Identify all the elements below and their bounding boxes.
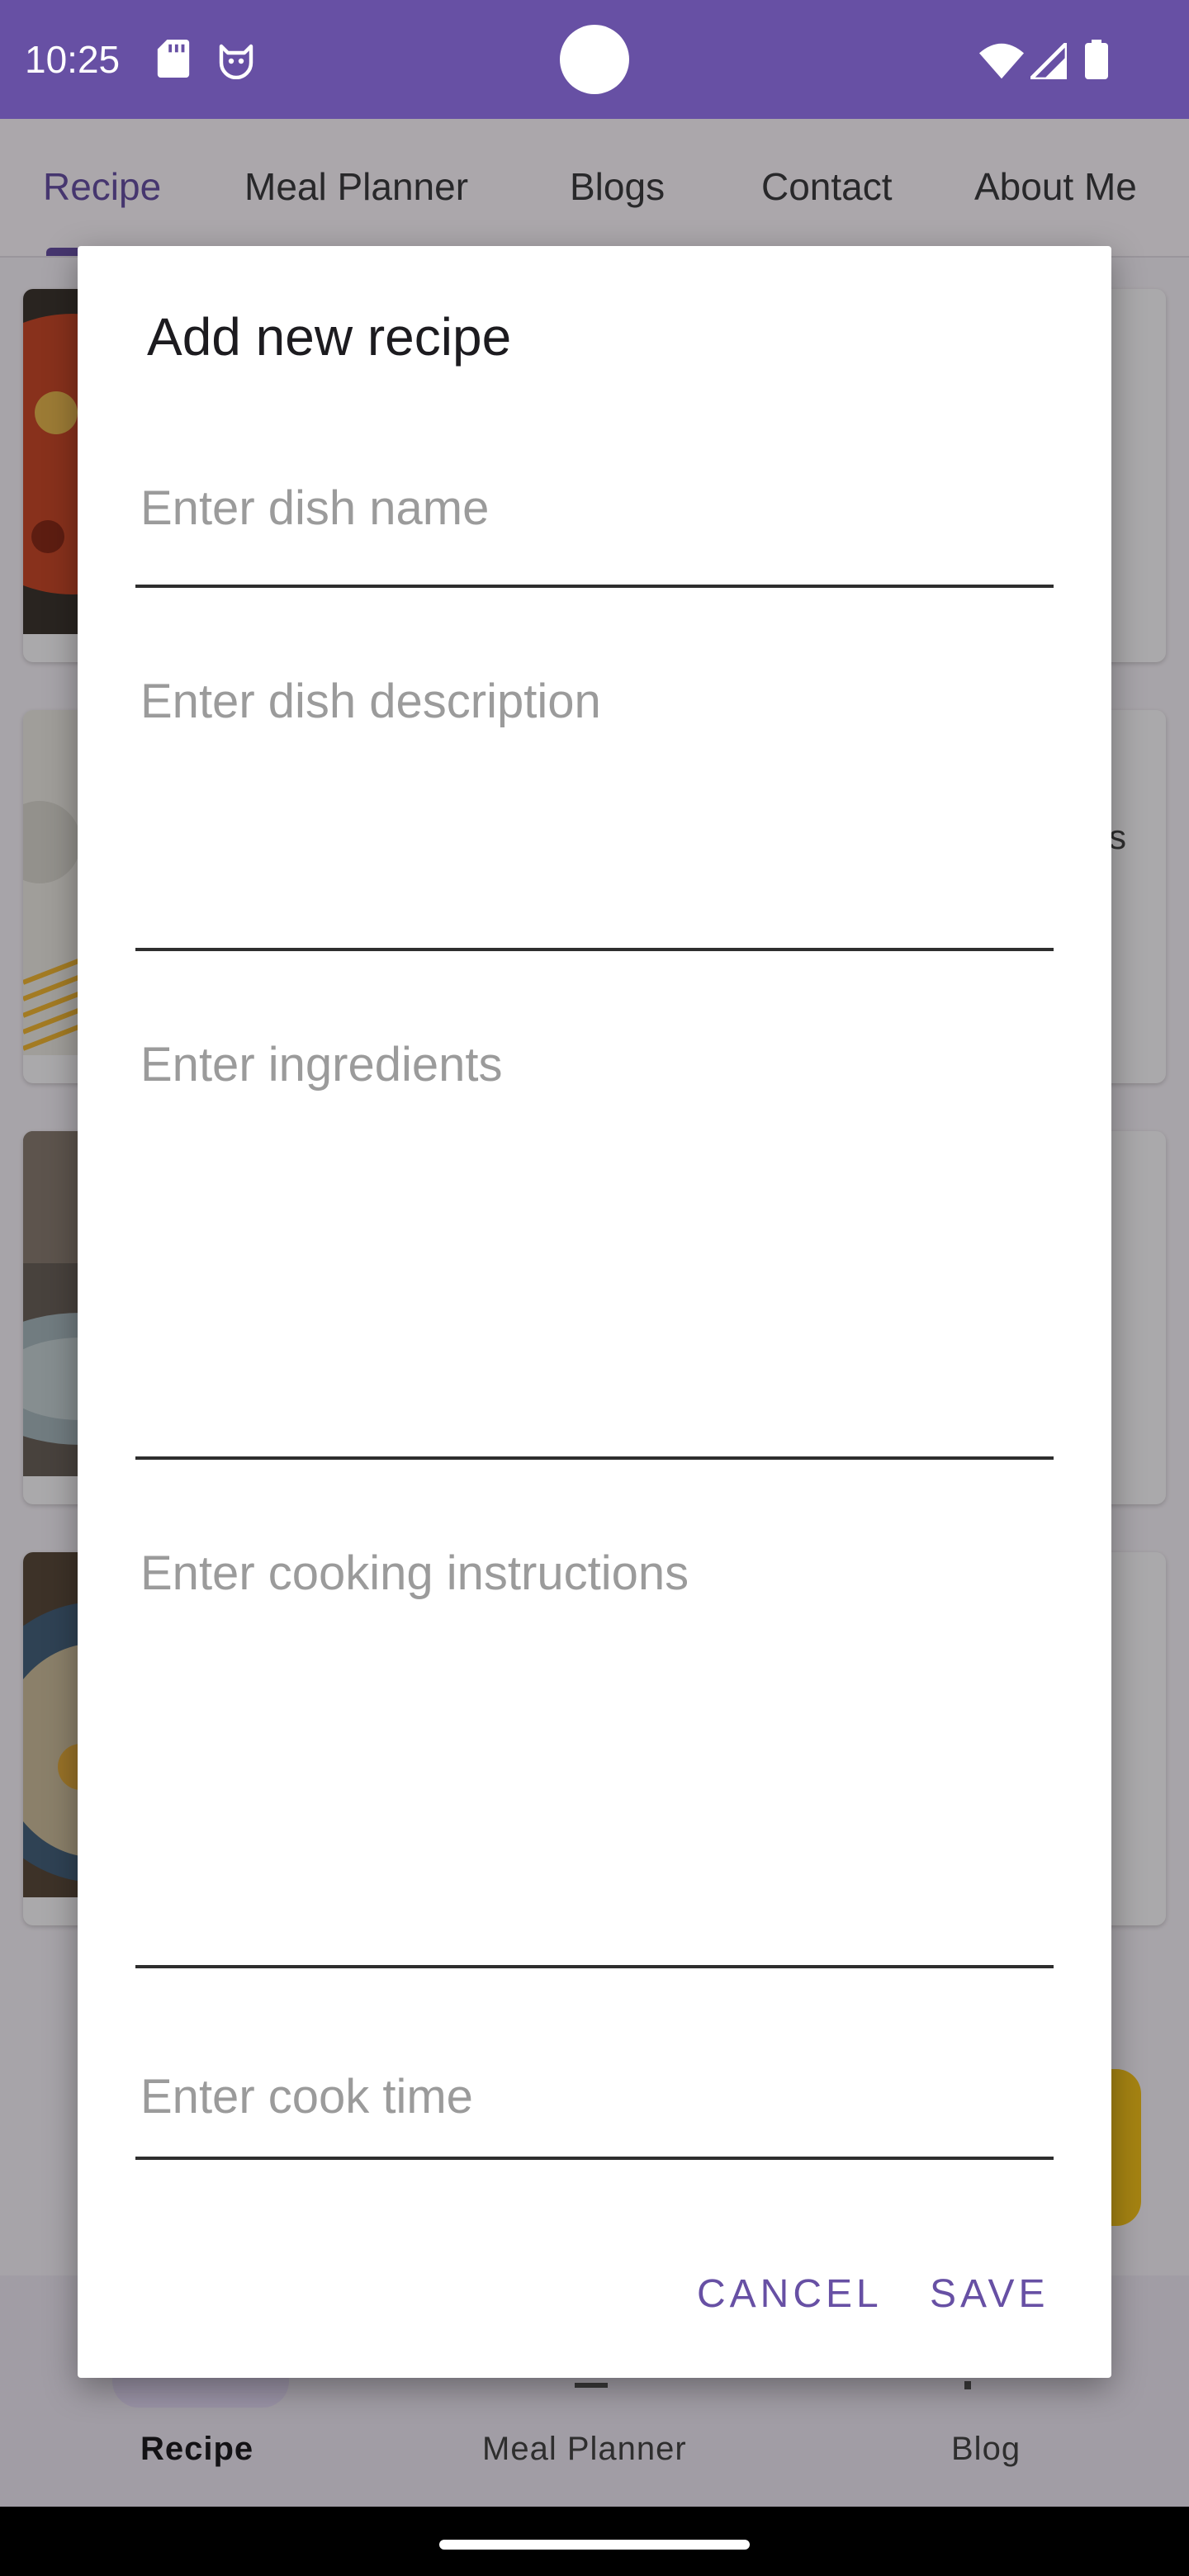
wifi-icon bbox=[979, 43, 1024, 79]
status-time: 10:25 bbox=[25, 38, 121, 81]
signal-icon bbox=[1030, 43, 1067, 79]
sd-card-icon bbox=[157, 40, 190, 78]
dish-name-field bbox=[135, 431, 1054, 588]
gesture-handle[interactable] bbox=[439, 2540, 750, 2550]
ingredients-field bbox=[135, 1020, 1054, 1460]
cat-notification-icon bbox=[219, 44, 253, 79]
dish-name-input[interactable] bbox=[135, 431, 1054, 585]
add-recipe-dialog: Add new recipe CANCEL SAVE bbox=[78, 246, 1111, 2378]
cooking-instructions-field bbox=[135, 1529, 1054, 1968]
status-bar: 10:25 bbox=[0, 0, 1189, 119]
save-button[interactable]: SAVE bbox=[930, 2266, 1049, 2323]
cancel-button[interactable]: CANCEL bbox=[697, 2266, 883, 2323]
cook-time-field bbox=[135, 2036, 1054, 2160]
dialog-title: Add new recipe bbox=[147, 307, 512, 367]
system-navigation-bar bbox=[0, 2507, 1189, 2576]
dish-description-field bbox=[135, 657, 1054, 951]
cooking-instructions-input[interactable] bbox=[135, 1529, 1054, 1965]
cook-time-input[interactable] bbox=[135, 2036, 1054, 2157]
ingredients-input[interactable] bbox=[135, 1020, 1054, 1456]
battery-icon bbox=[1085, 40, 1108, 79]
camera-cutout bbox=[560, 25, 629, 94]
dish-description-input[interactable] bbox=[135, 657, 1054, 948]
